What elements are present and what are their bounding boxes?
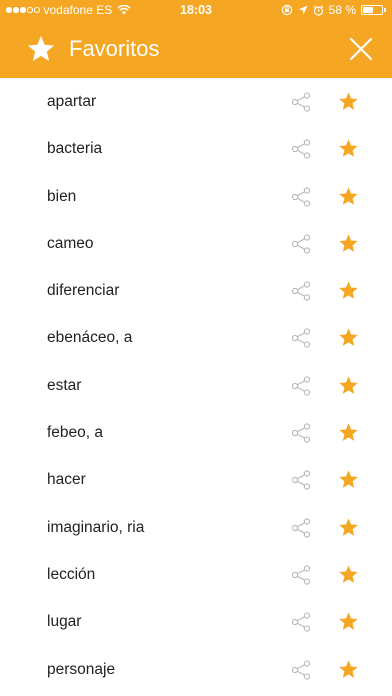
list-item[interactable]: ebenáceo, a — [0, 314, 392, 361]
favorite-word: lugar — [47, 613, 82, 631]
share-button[interactable] — [290, 469, 312, 491]
star-filled-icon — [339, 92, 358, 110]
favorite-word: ebenáceo, a — [47, 329, 133, 347]
star-filled-icon — [339, 328, 358, 347]
battery-percent: 58 % — [328, 3, 356, 17]
star-filled-icon — [339, 612, 358, 631]
app-header: Favoritos — [0, 20, 392, 78]
share-button[interactable] — [290, 517, 312, 539]
favorite-word: diferenciar — [47, 282, 120, 300]
share-button[interactable] — [290, 91, 312, 113]
list-item[interactable]: bacteria — [0, 125, 392, 172]
share-icon — [291, 518, 311, 538]
share-icon — [291, 186, 311, 207]
list-item[interactable]: personaje — [0, 646, 392, 693]
share-button[interactable] — [290, 138, 312, 160]
rotation-lock-icon — [281, 4, 292, 16]
list-item[interactable]: lugar — [0, 598, 392, 645]
favorite-word: imaginario, ria — [47, 518, 145, 536]
location-arrow-icon — [298, 5, 308, 15]
favorite-word: personaje — [47, 660, 116, 678]
list-item[interactable]: cameo — [0, 220, 392, 267]
share-icon — [291, 328, 311, 349]
app-screen: vodafone ES 18:03 58 % Favoritos apartar… — [0, 0, 392, 696]
favorite-word: cameo — [47, 234, 94, 252]
unfavorite-star-button[interactable] — [338, 91, 359, 112]
star-filled-icon — [339, 139, 358, 158]
status-right: 58 % — [281, 0, 386, 20]
share-button[interactable] — [290, 375, 312, 397]
star-filled-icon — [339, 659, 358, 678]
share-icon — [291, 234, 311, 254]
share-button[interactable] — [290, 422, 312, 444]
unfavorite-star-button[interactable] — [338, 659, 359, 680]
status-bar: vodafone ES 18:03 58 % — [0, 0, 392, 20]
star-filled-icon — [339, 423, 358, 441]
share-button[interactable] — [290, 280, 312, 302]
battery-body — [361, 5, 383, 15]
share-icon — [291, 612, 311, 632]
star-filled-icon — [339, 281, 358, 300]
close-button[interactable] — [348, 36, 374, 62]
favorite-word: bien — [47, 187, 77, 205]
unfavorite-star-button[interactable] — [338, 138, 359, 159]
favorite-word: lección — [47, 565, 96, 583]
share-icon — [291, 281, 311, 301]
unfavorite-star-button[interactable] — [338, 375, 359, 396]
list-item[interactable]: febeo, a — [0, 409, 392, 456]
list-item[interactable]: hacer — [0, 456, 392, 503]
share-button[interactable] — [290, 611, 312, 633]
share-icon — [291, 376, 311, 396]
share-icon — [291, 565, 311, 585]
star-icon — [27, 35, 55, 61]
star-filled-icon — [339, 186, 358, 205]
list-item[interactable]: apartar — [0, 78, 392, 125]
unfavorite-star-button[interactable] — [338, 469, 359, 490]
unfavorite-star-button[interactable] — [338, 611, 359, 632]
unfavorite-star-button[interactable] — [338, 422, 359, 443]
share-icon — [291, 92, 311, 112]
list-item[interactable]: imaginario, ria — [0, 504, 392, 551]
battery-icon — [361, 5, 386, 15]
share-button[interactable] — [290, 659, 312, 681]
page-title: Favoritos — [69, 36, 160, 61]
star-filled-icon — [339, 376, 358, 394]
unfavorite-star-button[interactable] — [338, 327, 359, 348]
list-item[interactable]: bien — [0, 173, 392, 220]
battery-tip — [384, 8, 386, 12]
list-item[interactable]: lección — [0, 551, 392, 598]
unfavorite-star-button[interactable] — [338, 280, 359, 301]
star-filled-icon — [339, 517, 358, 536]
share-button[interactable] — [290, 233, 312, 255]
share-button[interactable] — [290, 186, 312, 208]
star-filled-icon — [339, 470, 358, 489]
share-icon — [291, 423, 311, 443]
favorite-word: apartar — [47, 93, 97, 110]
unfavorite-star-button[interactable] — [338, 517, 359, 538]
close-icon — [349, 37, 373, 61]
unfavorite-star-button[interactable] — [338, 564, 359, 585]
favorite-word: febeo, a — [47, 424, 104, 442]
favorites-list: apartar bacteria bien cameo diferenciar … — [0, 78, 392, 693]
share-icon — [291, 659, 311, 680]
share-button[interactable] — [290, 564, 312, 586]
share-icon — [291, 139, 311, 159]
favorite-word: estar — [47, 376, 82, 394]
unfavorite-star-button[interactable] — [338, 186, 359, 207]
favorite-word: bacteria — [47, 140, 103, 158]
unfavorite-star-button[interactable] — [338, 233, 359, 254]
share-icon — [291, 470, 311, 491]
share-button[interactable] — [290, 327, 312, 349]
list-item[interactable]: diferenciar — [0, 267, 392, 314]
battery-fill — [363, 7, 374, 13]
alarm-icon — [313, 4, 324, 16]
list-item[interactable]: estar — [0, 362, 392, 409]
favorite-word: hacer — [47, 471, 86, 489]
star-filled-icon — [339, 565, 358, 583]
star-filled-icon — [339, 234, 358, 252]
